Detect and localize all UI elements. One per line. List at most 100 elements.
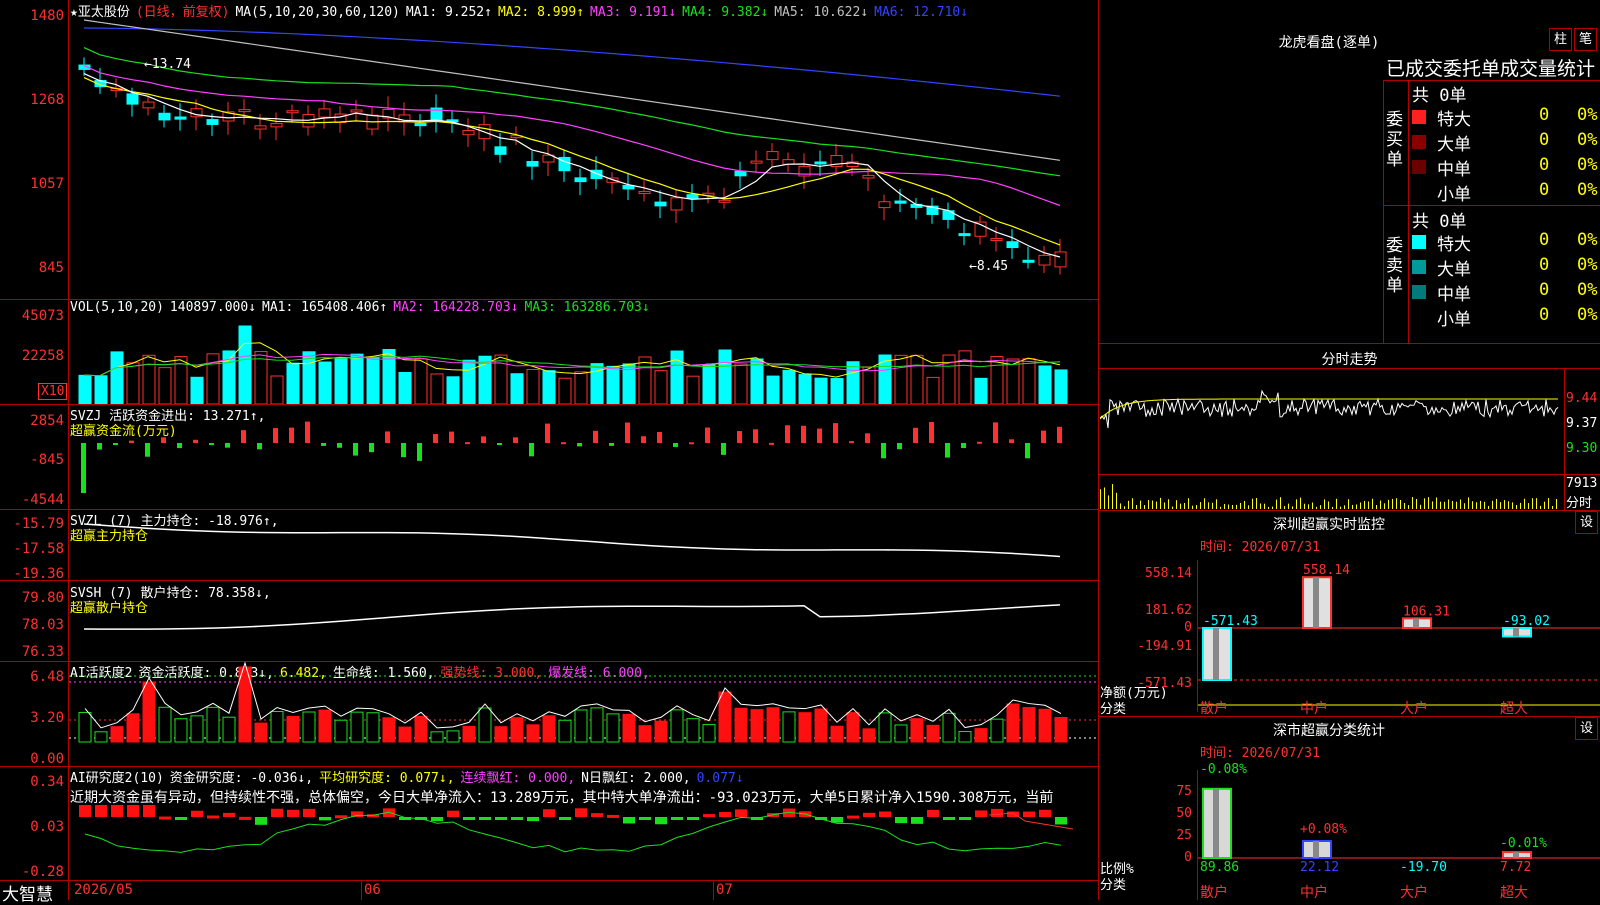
activity-bar	[462, 725, 476, 743]
flow-bar	[577, 443, 582, 447]
research-bar	[1055, 817, 1067, 825]
research-bar	[943, 817, 955, 820]
activity-bar	[446, 730, 460, 743]
intraday-volume-bar	[1148, 500, 1149, 509]
intraday-volume-bar	[1172, 506, 1173, 509]
svzj-chart[interactable]	[69, 405, 1098, 509]
volume-bar	[846, 361, 860, 404]
candle-body	[526, 161, 539, 167]
activity-bar	[574, 709, 588, 743]
class-top-val: +0.08%	[1300, 822, 1347, 837]
svzl-chart[interactable]	[69, 510, 1098, 580]
sz-monitor-chart[interactable]: -571.43 558.14 106.31 -93.02	[1198, 560, 1600, 712]
sz-monitor-xlabel: 分类	[1100, 702, 1127, 717]
candle-body	[1006, 241, 1019, 249]
intraday-volume-bar	[1520, 502, 1521, 509]
class-top-val: -0.08%	[1200, 762, 1247, 777]
intraday-volume-bar	[1120, 503, 1121, 509]
y-tick: 1268	[30, 92, 64, 108]
research-bar	[287, 809, 299, 817]
intraday-volume-bar	[1464, 503, 1465, 509]
candle-body	[814, 161, 827, 165]
svsh-chart[interactable]	[69, 581, 1098, 661]
intraday-price-low: 9.30	[1566, 441, 1598, 456]
flow-bar	[257, 443, 262, 450]
row-count: 0	[1539, 130, 1550, 150]
intraday-volume-bar	[1408, 505, 1409, 509]
intraday-volume-bar	[1476, 502, 1477, 509]
class-bottom-val: 7.72	[1500, 860, 1532, 875]
intraday-chart[interactable]	[1100, 369, 1564, 510]
intraday-volume-bar	[1280, 497, 1281, 509]
y-tick: 181.62	[1145, 603, 1192, 618]
flow-bar	[737, 431, 742, 443]
intraday-volume-bar	[1480, 500, 1481, 509]
intraday-volume-bar	[1364, 500, 1365, 509]
intraday-volume-bar	[1116, 492, 1117, 509]
candle-body	[654, 201, 667, 207]
color-swatch	[1412, 185, 1426, 199]
volume-bar	[526, 368, 540, 404]
class-cat-label: 大户	[1400, 885, 1428, 901]
volume-bar	[158, 367, 172, 404]
volume-bar	[638, 356, 652, 404]
activity-bar	[494, 726, 508, 743]
bar-shade	[1213, 628, 1219, 680]
y-tick: 22258	[21, 348, 64, 364]
volume-bar	[750, 358, 764, 404]
airesearch-chart[interactable]	[69, 805, 1098, 880]
activity-bar	[798, 712, 812, 743]
flow-bar	[689, 442, 694, 445]
candle-body	[718, 199, 731, 203]
intraday-volume-bar	[1312, 502, 1313, 509]
activity-bar	[110, 726, 124, 743]
bar-mode-button[interactable]: 柱	[1549, 28, 1572, 51]
candle-body	[1054, 251, 1067, 268]
intraday-volume-bar	[1536, 498, 1537, 509]
intraday-volume-bar	[1200, 502, 1201, 509]
candle-body	[238, 109, 251, 113]
intraday-volume-bar	[1156, 501, 1157, 509]
volume-bar	[414, 358, 428, 404]
y-tick: -845	[30, 452, 64, 468]
flow-bar	[545, 423, 550, 443]
longhu-title: 龙虎看盘(逐单)	[1278, 35, 1380, 51]
flow-bar	[225, 443, 230, 448]
volume-bar	[382, 349, 396, 404]
ai2-chart[interactable]	[69, 662, 1098, 766]
flow-bar	[625, 422, 630, 443]
research-bar	[511, 817, 523, 820]
sell-total: 共 0单	[1412, 212, 1467, 232]
volume-bar	[606, 365, 620, 404]
row-pct: 0%	[1577, 130, 1598, 150]
buy-row: 大单 0 0%	[1409, 130, 1599, 155]
intraday-volume-bar	[1224, 503, 1225, 509]
sz-class-settings-button[interactable]: 设	[1575, 717, 1598, 740]
volume-chart[interactable]	[69, 318, 1098, 404]
y-tick: 1057	[30, 176, 64, 192]
intraday-volume-bar	[1412, 497, 1413, 509]
row-count: 0	[1539, 255, 1550, 275]
line-mode-button[interactable]: 笔	[1574, 28, 1597, 51]
activity-bar	[750, 709, 764, 743]
flow-bar	[465, 442, 470, 445]
buy-side-label: 委买单	[1386, 110, 1403, 170]
flow-bar	[129, 440, 134, 443]
research-bar	[895, 817, 907, 824]
flow-bar	[113, 443, 118, 445]
intraday-volume-bar	[1512, 502, 1513, 509]
candlestick-chart[interactable]: ←13.74 ←8.45	[69, 18, 1098, 298]
buy-row: 特大 0 0%	[1409, 105, 1599, 130]
research-bar	[319, 817, 331, 821]
color-swatch	[1412, 310, 1426, 324]
chart-right-border	[1098, 0, 1099, 900]
candle-body	[990, 238, 1003, 242]
vol-unit-badge[interactable]: X10	[38, 383, 68, 400]
research-bar	[79, 805, 91, 817]
candle-body	[782, 159, 795, 165]
intraday-volume-bar	[1528, 503, 1529, 509]
sz-class-chart[interactable]	[1198, 770, 1600, 900]
flow-bar	[881, 443, 886, 459]
sz-monitor-settings-button[interactable]: 设	[1575, 511, 1598, 534]
intraday-volume-bar	[1184, 502, 1185, 509]
